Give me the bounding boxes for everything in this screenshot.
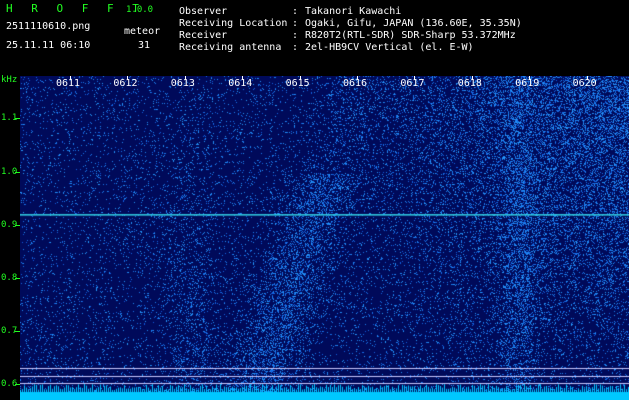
x-tick-label: 0617 bbox=[400, 78, 425, 89]
info-value-observer: Takanori Kawachi bbox=[305, 6, 402, 17]
capture-datetime: 25.11.11 06:10 bbox=[6, 40, 91, 51]
x-tick-label: 0615 bbox=[285, 78, 310, 89]
info-sep: : bbox=[292, 6, 299, 17]
info-value-location: Ogaki, Gifu, JAPAN (136.60E, 35.35N) bbox=[305, 18, 522, 29]
info-label-antenna: Receiving antenna bbox=[179, 42, 282, 53]
x-tick-label: 0614 bbox=[228, 78, 253, 89]
file-name: 2511110610.png bbox=[6, 21, 91, 32]
spectrogram-plot: 0611 0612 0613 0614 0615 0616 0617 0618 0619 0620 bbox=[20, 76, 629, 400]
spectrogram-canvas bbox=[20, 76, 629, 400]
info-sep: : bbox=[292, 18, 299, 29]
app-name: H R O F F T bbox=[6, 2, 145, 15]
x-tick-label: 0613 bbox=[170, 78, 195, 89]
info-sep: : bbox=[292, 42, 299, 53]
x-tick-label: 0616 bbox=[343, 78, 368, 89]
app-version: 1.0.0 bbox=[126, 5, 154, 15]
frequency-axis: kHz 1.1 1.0 0.9 0.8 0.7 0.6 bbox=[0, 75, 20, 400]
info-label-location: Receiving Location bbox=[179, 18, 288, 29]
x-tick-label: 0611 bbox=[56, 78, 81, 89]
y-axis-unit: kHz bbox=[1, 75, 18, 85]
x-tick-label: 0619 bbox=[515, 78, 540, 89]
mode-label: meteor bbox=[124, 26, 161, 37]
meteor-count: 31 bbox=[138, 40, 151, 51]
x-tick-label: 0620 bbox=[572, 78, 597, 89]
info-sep: : bbox=[292, 30, 299, 41]
header-panel: H R O F F T 1.0.0 2511110610.png meteor … bbox=[0, 0, 629, 76]
info-value-antenna: 2el-HB9CV Vertical (el. E-W) bbox=[305, 42, 474, 53]
info-label-receiver: Receiver bbox=[179, 30, 228, 41]
x-tick-label: 0618 bbox=[457, 78, 482, 89]
info-value-receiver: R820T2(RTL-SDR) SDR-Sharp 53.372MHz bbox=[305, 30, 516, 41]
info-label-observer: Observer bbox=[179, 6, 228, 17]
x-tick-label: 0612 bbox=[113, 78, 138, 89]
